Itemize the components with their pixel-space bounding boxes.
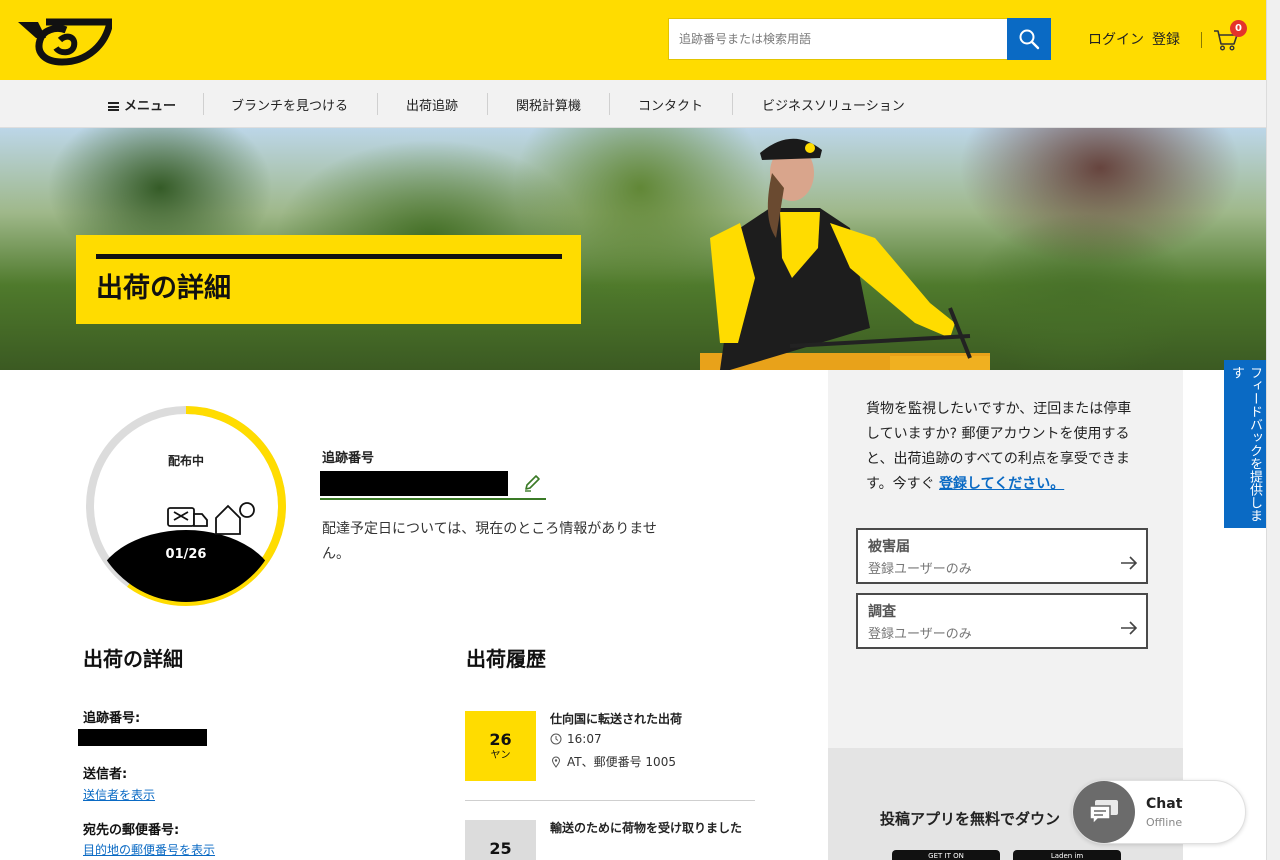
details-heading: 出荷の詳細	[83, 647, 183, 671]
history-event-location: AT、郵便番号 1005	[550, 753, 676, 770]
chat-bubble-icon	[1073, 781, 1135, 843]
header-divider	[1201, 32, 1202, 48]
cart-count-badge: 0	[1230, 20, 1247, 37]
location-pin-icon	[551, 756, 561, 768]
pencil-icon[interactable]	[522, 473, 542, 493]
sender-label: 送信者:	[83, 767, 128, 782]
register-now-link[interactable]: 登録してください。	[939, 476, 1064, 492]
card-title: 調査	[868, 604, 896, 620]
history-month: ヤン	[490, 750, 511, 761]
arrow-right-icon	[1121, 556, 1138, 570]
card-title: 被害届	[868, 539, 910, 555]
nav-menu-label: メニュー	[124, 99, 177, 114]
nav-separator	[377, 93, 378, 115]
show-sender-link[interactable]: 送信者を表示	[83, 786, 155, 803]
google-play-badge[interactable]: GET IT ON	[892, 850, 1000, 860]
nav-item-branches[interactable]: ブランチを見つける	[231, 95, 348, 114]
search-box	[668, 18, 1051, 60]
details-tracking-label: 追跡番号:	[83, 711, 141, 726]
register-link[interactable]: 登録	[1152, 32, 1180, 48]
tracking-number-label: 追跡番号	[322, 451, 375, 466]
show-postcode-link[interactable]: 目的地の郵便番号を表示	[83, 841, 215, 858]
history-time-text: 16:07	[567, 732, 602, 746]
history-date-badge: 25	[465, 820, 536, 860]
nav-separator	[732, 93, 733, 115]
investigation-card[interactable]: 調査 登録ユーザーのみ	[856, 593, 1148, 649]
courier-photo	[700, 138, 990, 370]
history-event-title: 仕向国に転送された出荷	[550, 712, 683, 726]
post-horn-logo[interactable]	[16, 14, 112, 66]
search-input[interactable]	[669, 19, 1009, 59]
history-heading: 出荷履歴	[466, 647, 546, 671]
app-promo-text: 投稿アプリを無料でダウン	[880, 810, 1061, 828]
hamburger-icon	[108, 102, 119, 111]
history-day: 26	[489, 730, 512, 749]
history-event-time: 16:07	[550, 732, 602, 746]
hero-banner: 出荷の詳細	[0, 128, 1266, 370]
hero-title-bar	[96, 254, 562, 259]
nav-separator	[609, 93, 610, 115]
status-date: 01/26	[165, 547, 207, 562]
nav-menu-button[interactable]: メニュー	[108, 95, 176, 114]
chat-title: Chat	[1146, 796, 1183, 812]
search-icon	[1019, 29, 1040, 50]
chat-widget[interactable]: Chat Offline	[1072, 780, 1246, 844]
nav-separator	[203, 93, 204, 115]
app-store-badge[interactable]: Laden im	[1013, 850, 1121, 860]
tracking-number-underline	[320, 498, 546, 500]
history-location-text: AT、郵便番号 1005	[567, 755, 676, 769]
tracking-number-redacted	[320, 471, 508, 496]
search-button[interactable]	[1007, 18, 1051, 60]
details-tracking-redacted	[78, 729, 207, 746]
arrow-right-icon	[1121, 621, 1138, 635]
clock-icon	[550, 733, 562, 745]
page-title: 出荷の詳細	[96, 273, 231, 304]
history-event-title: 輸送のために荷物を受け取りました	[550, 821, 743, 835]
auth-links: ログイン 登録	[1088, 29, 1188, 49]
delivery-estimate-note: 配達予定日については、現在のところ情報がありません。	[322, 521, 657, 562]
postcode-label: 宛先の郵便番号:	[83, 823, 180, 838]
history-day: 25	[489, 839, 512, 858]
damage-report-card[interactable]: 被害届 登録ユーザーのみ	[856, 528, 1148, 584]
history-divider	[465, 800, 755, 801]
main-nav: メニュー ブランチを見つける 出荷追跡 関税計算機 コンタクト ビジネスソリュー…	[0, 80, 1266, 128]
status-label: 配布中	[167, 454, 204, 468]
feedback-tab[interactable]: フィードバックを提供します	[1224, 360, 1266, 528]
delivery-status-ring	[86, 406, 286, 606]
nav-item-tracking[interactable]: 出荷追跡	[406, 95, 458, 114]
nav-item-business[interactable]: ビジネスソリューション	[762, 95, 905, 114]
top-header: ログイン登録 0	[0, 0, 1266, 80]
login-link[interactable]: ログイン	[1088, 32, 1144, 48]
nav-item-customs[interactable]: 関税計算機	[516, 95, 581, 114]
card-subtitle: 登録ユーザーのみ	[868, 627, 972, 642]
nav-separator	[487, 93, 488, 115]
history-date-badge: 26 ヤン	[465, 711, 536, 781]
page-scrollbar[interactable]	[1266, 0, 1280, 860]
card-subtitle: 登録ユーザーのみ	[868, 562, 972, 577]
hero-title-box: 出荷の詳細	[76, 235, 581, 324]
chat-status: Offline	[1146, 816, 1183, 829]
nav-item-contact[interactable]: コンタクト	[638, 95, 703, 114]
account-promo: 貨物を監視したいですか、迂回または停車していますか? 郵便アカウントを使用すると…	[866, 397, 1141, 497]
